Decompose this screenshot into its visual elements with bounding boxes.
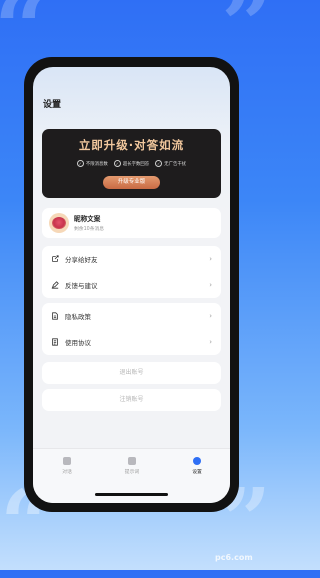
upgrade-pro-button[interactable]: 升级专业版 [103, 176, 160, 189]
nickname: 昵称文案 [74, 215, 101, 223]
chevron-right-icon: › [209, 255, 212, 263]
page-title: 设置 [43, 100, 62, 110]
menu-item-share[interactable]: 分享给好友 › [42, 246, 221, 272]
menu-label: 分享给好友 [65, 256, 98, 264]
tab-bar: 对话 提示词 设置 [33, 448, 230, 503]
tab-chat[interactable]: 对话 [47, 457, 87, 475]
settings-screen: 设置 立即升级·对答如流 ✓ 不限消息数 ✓ 超长字数回答 ✓ 无广告干扰 升级专业版… [33, 67, 230, 503]
check-icon: ✓ [113, 160, 121, 167]
agreement-icon [52, 338, 58, 346]
share-icon [52, 255, 59, 262]
chevron-right-icon: › [209, 312, 212, 320]
menu-group-2: 隐私政策 › 使用协议 › [42, 303, 221, 355]
tab-settings[interactable]: 设置 [177, 457, 217, 475]
menu-label: 使用协议 [65, 339, 91, 347]
feature-item: ✓ 不限消息数 [76, 160, 108, 167]
profile-card[interactable]: 昵称文案 剩余10条消息 [42, 208, 221, 238]
banner-features: ✓ 不限消息数 ✓ 超长字数回答 ✓ 无广告干扰 [42, 160, 221, 167]
banner-title: 立即升级·对答如流 [78, 138, 185, 152]
feature-item: ✓ 超长字数回答 [113, 160, 150, 167]
menu-item-terms[interactable]: 使用协议 › [42, 329, 221, 355]
check-icon: ✓ [155, 160, 163, 167]
menu-label: 隐私政策 [65, 313, 91, 321]
chat-icon [63, 457, 71, 465]
menu-item-feedback[interactable]: 反馈与建议 › [42, 272, 221, 298]
logout-button[interactable]: 退出账号 [42, 362, 221, 384]
feature-item: ✓ 无广告干扰 [155, 160, 187, 167]
tab-label: 对话 [62, 470, 72, 475]
home-indicator [95, 493, 168, 496]
remaining-messages: 剩余10条消息 [74, 227, 105, 232]
avatar [49, 213, 69, 233]
menu-item-privacy[interactable]: 隐私政策 › [42, 303, 221, 329]
tab-prompts[interactable]: 提示词 [112, 457, 152, 475]
watermark: pc6.com [215, 553, 253, 562]
tab-label: 设置 [192, 470, 202, 475]
chevron-right-icon: › [209, 338, 212, 346]
chevron-right-icon: › [209, 281, 212, 289]
settings-icon [193, 457, 201, 465]
upgrade-banner[interactable]: 立即升级·对答如流 ✓ 不限消息数 ✓ 超长字数回答 ✓ 无广告干扰 升级专业版 [42, 129, 221, 198]
menu-label: 反馈与建议 [65, 282, 98, 290]
edit-icon [51, 281, 59, 289]
check-icon: ✓ [76, 160, 84, 167]
cancel-account-button[interactable]: 注销账号 [42, 389, 221, 411]
document-icon [52, 312, 58, 320]
menu-group-1: 分享给好友 › 反馈与建议 › [42, 246, 221, 298]
prompt-icon [128, 457, 136, 465]
tab-label: 提示词 [124, 470, 140, 475]
